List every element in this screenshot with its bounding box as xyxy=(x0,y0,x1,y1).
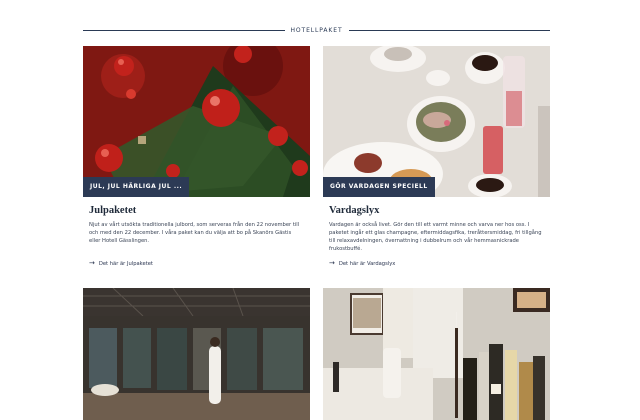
section-title: HOTELLPAKET xyxy=(290,26,343,34)
breakfast-table-photo[interactable]: GÖR VARDAGEN SPECIELL xyxy=(323,46,550,197)
package-description: Vardagen är också livet. Gör den till et… xyxy=(329,222,542,252)
conservatory-photo[interactable] xyxy=(83,288,310,420)
section-header: HOTELLPAKET xyxy=(83,24,551,36)
christmas-tree-image xyxy=(83,46,310,197)
christmas-tree-photo[interactable]: JUL, JUL HÄRLIGA JUL ... xyxy=(83,46,310,197)
breakfast-table-image xyxy=(323,46,550,197)
header-rule-left xyxy=(83,29,285,31)
conservatory-image xyxy=(83,288,310,420)
package-link[interactable]: → Det här är Vardagslyx xyxy=(329,260,544,267)
package-title[interactable]: Julpaketet xyxy=(89,205,304,216)
arrow-right-icon: → xyxy=(89,259,95,267)
dining-room-photo[interactable] xyxy=(323,288,550,420)
dining-room-image xyxy=(323,288,550,420)
package-card-vardagslyx[interactable]: GÖR VARDAGEN SPECIELL Vardagslyx Vardage… xyxy=(323,46,550,267)
package-description: Njut av vårt utsökta traditionella julbo… xyxy=(89,222,300,244)
package-tag[interactable]: JUL, JUL HÄRLIGA JUL ... xyxy=(83,177,190,197)
package-card-julpaketet[interactable]: JUL, JUL HÄRLIGA JUL ... Julpaketet Njut… xyxy=(83,46,310,267)
package-card-conservatory[interactable] xyxy=(83,288,310,420)
package-tag[interactable]: GÖR VARDAGEN SPECIELL xyxy=(323,177,435,197)
package-link-label[interactable]: Det här är Vardagslyx xyxy=(339,261,396,267)
arrow-right-icon: → xyxy=(329,259,335,267)
package-link[interactable]: → Det här är Julpaketet xyxy=(89,260,304,267)
package-link-label[interactable]: Det här är Julpaketet xyxy=(99,261,153,267)
package-card-dining-room[interactable] xyxy=(323,288,550,420)
header-rule-right xyxy=(348,29,551,31)
package-title[interactable]: Vardagslyx xyxy=(329,205,544,216)
